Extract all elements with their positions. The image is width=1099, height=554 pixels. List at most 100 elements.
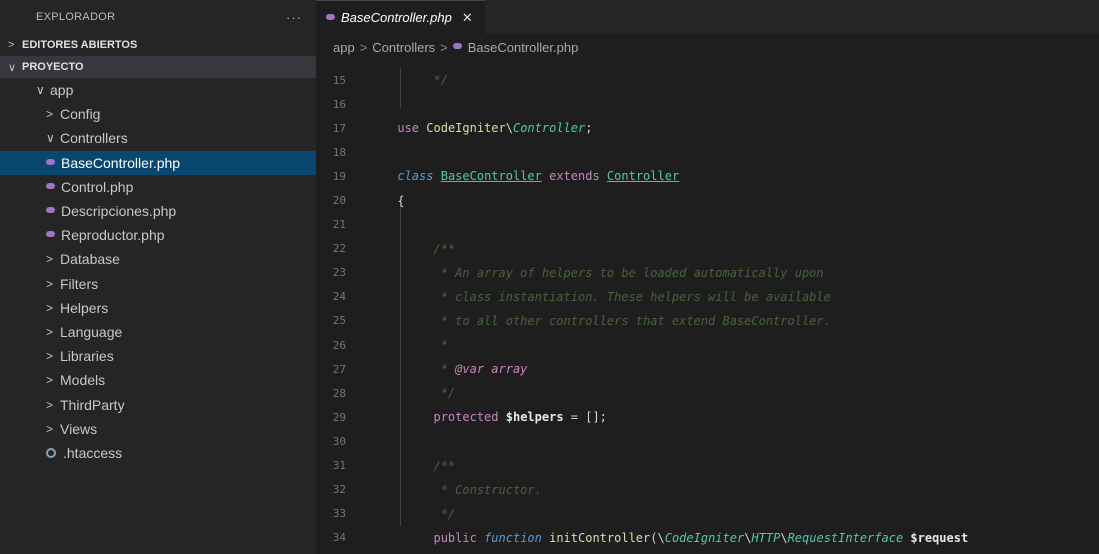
chevron-down-icon: ∨ [46, 131, 55, 146]
tree-item-label: app [50, 82, 74, 99]
tree-folder[interactable]: ∨ app [0, 78, 316, 102]
line-number: 29 [332, 410, 346, 424]
line-number: 16 [332, 97, 346, 111]
tree-item-label: Helpers [60, 299, 109, 316]
tree-folder[interactable]: > Libraries [0, 344, 316, 368]
tree-folder[interactable]: ∨ Controllers [0, 126, 316, 150]
php-file-icon [326, 13, 335, 20]
explorer-title: EXPLORADOR [36, 11, 116, 23]
line-number: 25 [332, 314, 346, 328]
code-text: /** [354, 459, 1099, 473]
tree-folder[interactable]: > Models [0, 368, 316, 392]
code-token: $helpers [505, 410, 564, 425]
tree-folder[interactable]: > Views [0, 417, 316, 441]
code-line: 26 * [316, 333, 1099, 357]
tree-file[interactable]: Reproductor.php [0, 223, 316, 247]
code-token: * to all other controllers that extend B… [397, 313, 831, 328]
line-number: 24 [332, 290, 346, 304]
breadcrumb-item-app[interactable]: app [333, 40, 355, 55]
tree-folder[interactable]: > Helpers [0, 296, 316, 320]
explorer-sidebar: EXPLORADOR ··· > EDITORES ABIERTOS ∨ PRO… [0, 0, 316, 554]
tree-file[interactable]: BaseController.php [0, 150, 316, 175]
close-icon[interactable]: ✕ [462, 10, 473, 26]
php-file-icon [46, 182, 55, 189]
code-token: /** [397, 241, 456, 256]
breadcrumb-item-controllers[interactable]: Controllers [372, 40, 435, 55]
line-number: 26 [332, 338, 346, 352]
code-token: RequestInterface [787, 530, 904, 545]
tree-folder[interactable]: > Language [0, 320, 316, 344]
code-token: HTTP [751, 530, 781, 545]
tab-bar: BaseController.php ✕ [316, 0, 1099, 34]
code-line: 19 class BaseController extends Controll… [316, 164, 1099, 188]
code-line: 28 */ [316, 381, 1099, 405]
code-line: 18 [316, 140, 1099, 164]
line-number: 30 [332, 434, 346, 448]
code-token: { [397, 193, 405, 208]
chevron-right-icon: > [46, 252, 54, 267]
line-number: 23 [332, 266, 346, 280]
code-line: 29 protected $helpers = []; [316, 405, 1099, 429]
line-number: 33 [332, 507, 346, 521]
code-line: 25 * to all other controllers that exten… [316, 309, 1099, 333]
more-actions-icon[interactable]: ··· [286, 10, 302, 25]
tree-file[interactable]: .htaccess [0, 441, 316, 465]
project-section[interactable]: ∨ PROYECTO [0, 56, 316, 78]
breadcrumb-separator-icon: > [440, 39, 448, 55]
code-line: 31 /** [316, 454, 1099, 478]
tree-folder[interactable]: > Database [0, 247, 316, 271]
code-token: public [433, 530, 477, 545]
code-text: protected $helpers = []; [354, 410, 1099, 424]
chevron-right-icon: > [46, 397, 54, 412]
chevron-right-icon: > [46, 421, 54, 436]
code-line: 21 [316, 213, 1099, 237]
tree-folder[interactable]: > Config [0, 102, 316, 126]
project-label: PROYECTO [22, 61, 84, 73]
tree-folder[interactable]: > Filters [0, 272, 316, 296]
code-line: 23 * An array of helpers to be loaded au… [316, 261, 1099, 285]
code-line: 20 { [316, 188, 1099, 212]
tree-folder[interactable]: > ThirdParty [0, 392, 316, 416]
code-text: * @var array [354, 362, 1099, 376]
chevron-down-icon: ∨ [8, 61, 17, 74]
breadcrumb-separator-icon: > [359, 39, 368, 55]
code-token: */ [397, 506, 456, 521]
code-token: BaseController [440, 169, 542, 184]
code-text: * class instantiation. These helpers wil… [354, 290, 1099, 304]
php-file-icon [452, 43, 462, 49]
tree-item-label: Libraries [60, 348, 114, 365]
tree-file[interactable]: Descripciones.php [0, 199, 316, 223]
line-number: 22 [332, 242, 346, 256]
code-line: 32 * Constructor. [316, 478, 1099, 502]
code-token: use [397, 121, 427, 136]
tree-file[interactable]: Control.php [0, 175, 316, 199]
code-token: Controller [512, 121, 586, 136]
code-text: */ [354, 507, 1099, 521]
code-view[interactable]: 15 */16 17 use CodeIgniter\Controller; 18… [316, 68, 1099, 554]
php-file-icon [46, 207, 55, 214]
tab-label: BaseController.php [341, 10, 452, 25]
tree-item-label: Filters [60, 275, 99, 292]
code-token: protected [433, 410, 499, 425]
code-token: initController [549, 530, 651, 545]
open-editors-section[interactable]: > EDITORES ABIERTOS [0, 34, 316, 56]
explorer-header: EXPLORADOR ··· [0, 0, 316, 34]
code-line: 22 /** [316, 237, 1099, 261]
tree-item-label: .htaccess [63, 444, 123, 461]
code-text: { [354, 194, 1099, 208]
breadcrumb-item-file[interactable]: BaseController.php [468, 40, 579, 55]
code-token: function [484, 530, 542, 545]
tab-basecontroller[interactable]: BaseController.php ✕ [316, 0, 485, 34]
code-token: * [397, 338, 448, 353]
code-line: 24 * class instantiation. These helpers … [316, 285, 1099, 309]
code-token: = []; [563, 410, 607, 425]
line-number: 34 [332, 531, 346, 545]
code-line: 33 */ [316, 502, 1099, 526]
